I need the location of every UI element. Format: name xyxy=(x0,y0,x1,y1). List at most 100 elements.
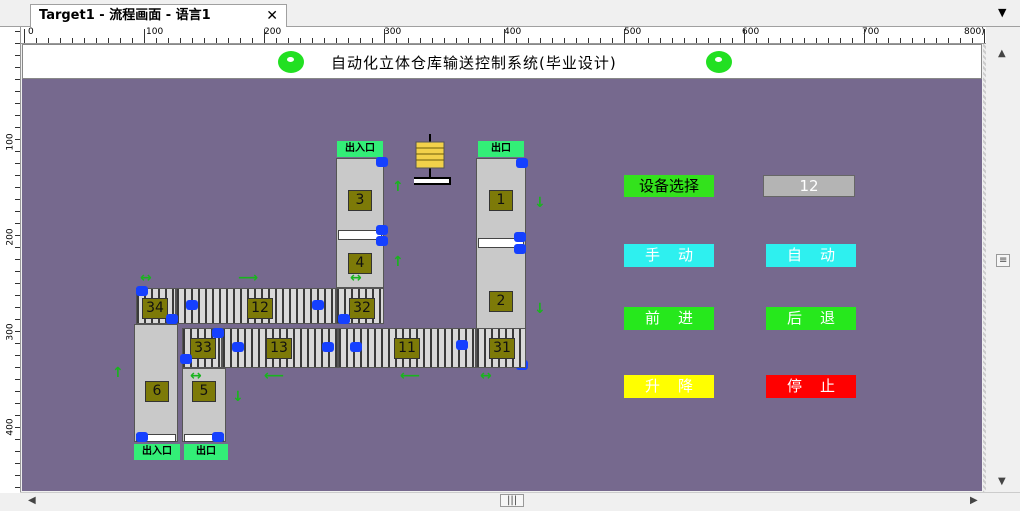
scroll-up-icon[interactable]: ▲ xyxy=(998,48,1006,59)
sensor-icon xyxy=(322,342,334,352)
device-select-input[interactable]: 12 xyxy=(763,175,855,197)
vertical-scrollbar[interactable]: ▲ ≡ ▼ xyxy=(986,44,1020,493)
ruler-tick xyxy=(720,38,721,43)
ruler-tick xyxy=(552,38,553,43)
ruler-tick xyxy=(180,38,181,43)
station-12[interactable]: 12 xyxy=(247,298,273,319)
ruler-tick xyxy=(924,38,925,43)
backward-button[interactable]: 后退 xyxy=(766,307,856,330)
scroll-thumb[interactable]: ≡ xyxy=(996,254,1011,267)
ruler-tick xyxy=(15,115,20,116)
scroll-left-icon[interactable]: ◀ xyxy=(28,495,36,506)
station-5[interactable]: 5 xyxy=(192,381,216,402)
sensor-icon xyxy=(514,244,526,254)
ruler-tick xyxy=(600,38,601,43)
ruler-label: 0 xyxy=(28,27,34,37)
lift-button[interactable]: 升降 xyxy=(624,375,714,398)
ruler-tick xyxy=(15,175,20,176)
vertical-ruler: 100 200 300 400 xyxy=(0,27,21,493)
ruler-tick xyxy=(24,29,25,43)
ruler-tick xyxy=(15,223,20,224)
station-33[interactable]: 33 xyxy=(190,338,216,359)
station-2[interactable]: 2 xyxy=(489,291,513,312)
ruler-tick xyxy=(612,38,613,43)
status-lamp-icon xyxy=(706,51,732,73)
station-34[interactable]: 34 xyxy=(142,298,168,319)
ruler-tick xyxy=(15,391,20,392)
horizontal-scrollbar[interactable]: ◀ ||| ▶ xyxy=(20,492,1020,511)
sensor-icon xyxy=(456,340,468,350)
sensor-icon xyxy=(376,236,388,246)
station-3[interactable]: 3 xyxy=(348,190,372,211)
conveyor-5[interactable] xyxy=(182,368,226,442)
ruler-tick xyxy=(288,38,289,43)
ruler-tick xyxy=(132,38,133,43)
ruler-tick xyxy=(60,38,61,43)
close-icon[interactable]: ✕ xyxy=(266,5,278,27)
ruler-tick xyxy=(276,38,277,43)
arrow-icon: ↓ xyxy=(534,301,546,317)
port-label: 出入口 xyxy=(337,141,383,157)
ruler-tick xyxy=(516,38,517,43)
ruler-tick xyxy=(696,38,697,43)
ruler-tick xyxy=(15,415,20,416)
title-bar: 自动化立体仓库输送控制系统(毕业设计) xyxy=(22,44,982,79)
arrow-icon: ↔ xyxy=(480,368,492,384)
sensor-icon xyxy=(180,354,192,364)
ruler-tick xyxy=(252,38,253,43)
ruler-tick xyxy=(396,38,397,43)
ruler-tick xyxy=(15,403,20,404)
ruler-tick xyxy=(15,199,20,200)
ruler-label: 300 xyxy=(5,323,16,341)
station-31[interactable]: 31 xyxy=(489,338,515,359)
lift-icon xyxy=(405,134,452,190)
sensor-icon xyxy=(136,286,148,296)
ruler-tick xyxy=(684,38,685,43)
ruler-tick xyxy=(15,283,20,284)
ruler-tick xyxy=(972,38,973,43)
ruler-tick xyxy=(948,38,949,43)
ruler-tick xyxy=(300,38,301,43)
sensor-icon xyxy=(376,225,388,235)
scroll-right-icon[interactable]: ▶ xyxy=(970,495,978,506)
ruler-tick xyxy=(15,295,20,296)
ruler-tick xyxy=(15,247,20,248)
sensor-icon xyxy=(212,328,224,338)
ruler-tick xyxy=(480,38,481,43)
ruler-tick xyxy=(420,38,421,43)
forward-button[interactable]: 前进 xyxy=(624,307,714,330)
ruler-tick xyxy=(636,38,637,43)
manual-button[interactable]: 手动 xyxy=(624,244,714,267)
auto-button[interactable]: 自动 xyxy=(766,244,856,267)
ruler-tick xyxy=(15,235,20,236)
tab-title: Target1 - 流程画面 - 语言1 xyxy=(39,8,211,23)
sensor-icon xyxy=(186,300,198,310)
station-11[interactable]: 11 xyxy=(394,338,420,359)
ruler-tick xyxy=(960,38,961,43)
arrow-icon: ⟵ xyxy=(264,368,285,384)
scroll-down-icon[interactable]: ▼ xyxy=(998,476,1006,487)
arrow-icon: ⟶ xyxy=(238,270,259,286)
ruler-tick xyxy=(15,127,20,128)
ruler-label: 500 xyxy=(624,27,642,37)
sensor-icon xyxy=(338,314,350,324)
ruler-tick xyxy=(864,29,865,43)
arrow-icon: ↑ xyxy=(392,179,404,195)
ruler-tick xyxy=(156,38,157,43)
ruler-tick xyxy=(15,475,20,476)
stop-button[interactable]: 停止 xyxy=(766,375,856,398)
station-32[interactable]: 32 xyxy=(349,298,375,319)
tab-target1[interactable]: Target1 - 流程画面 - 语言1 ✕ xyxy=(30,4,287,27)
ruler-tick xyxy=(15,367,20,368)
ruler-tick xyxy=(468,38,469,43)
station-6[interactable]: 6 xyxy=(145,381,169,402)
scroll-thumb[interactable]: ||| xyxy=(500,494,525,507)
tab-dropdown-icon[interactable]: ▼ xyxy=(998,6,1006,19)
ruler-tick xyxy=(372,38,373,43)
ruler-tick xyxy=(564,38,565,43)
ruler-tick xyxy=(84,38,85,43)
ruler-tick xyxy=(120,38,121,43)
station-13[interactable]: 13 xyxy=(266,338,292,359)
ruler-tick xyxy=(15,379,20,380)
station-1[interactable]: 1 xyxy=(489,190,513,211)
